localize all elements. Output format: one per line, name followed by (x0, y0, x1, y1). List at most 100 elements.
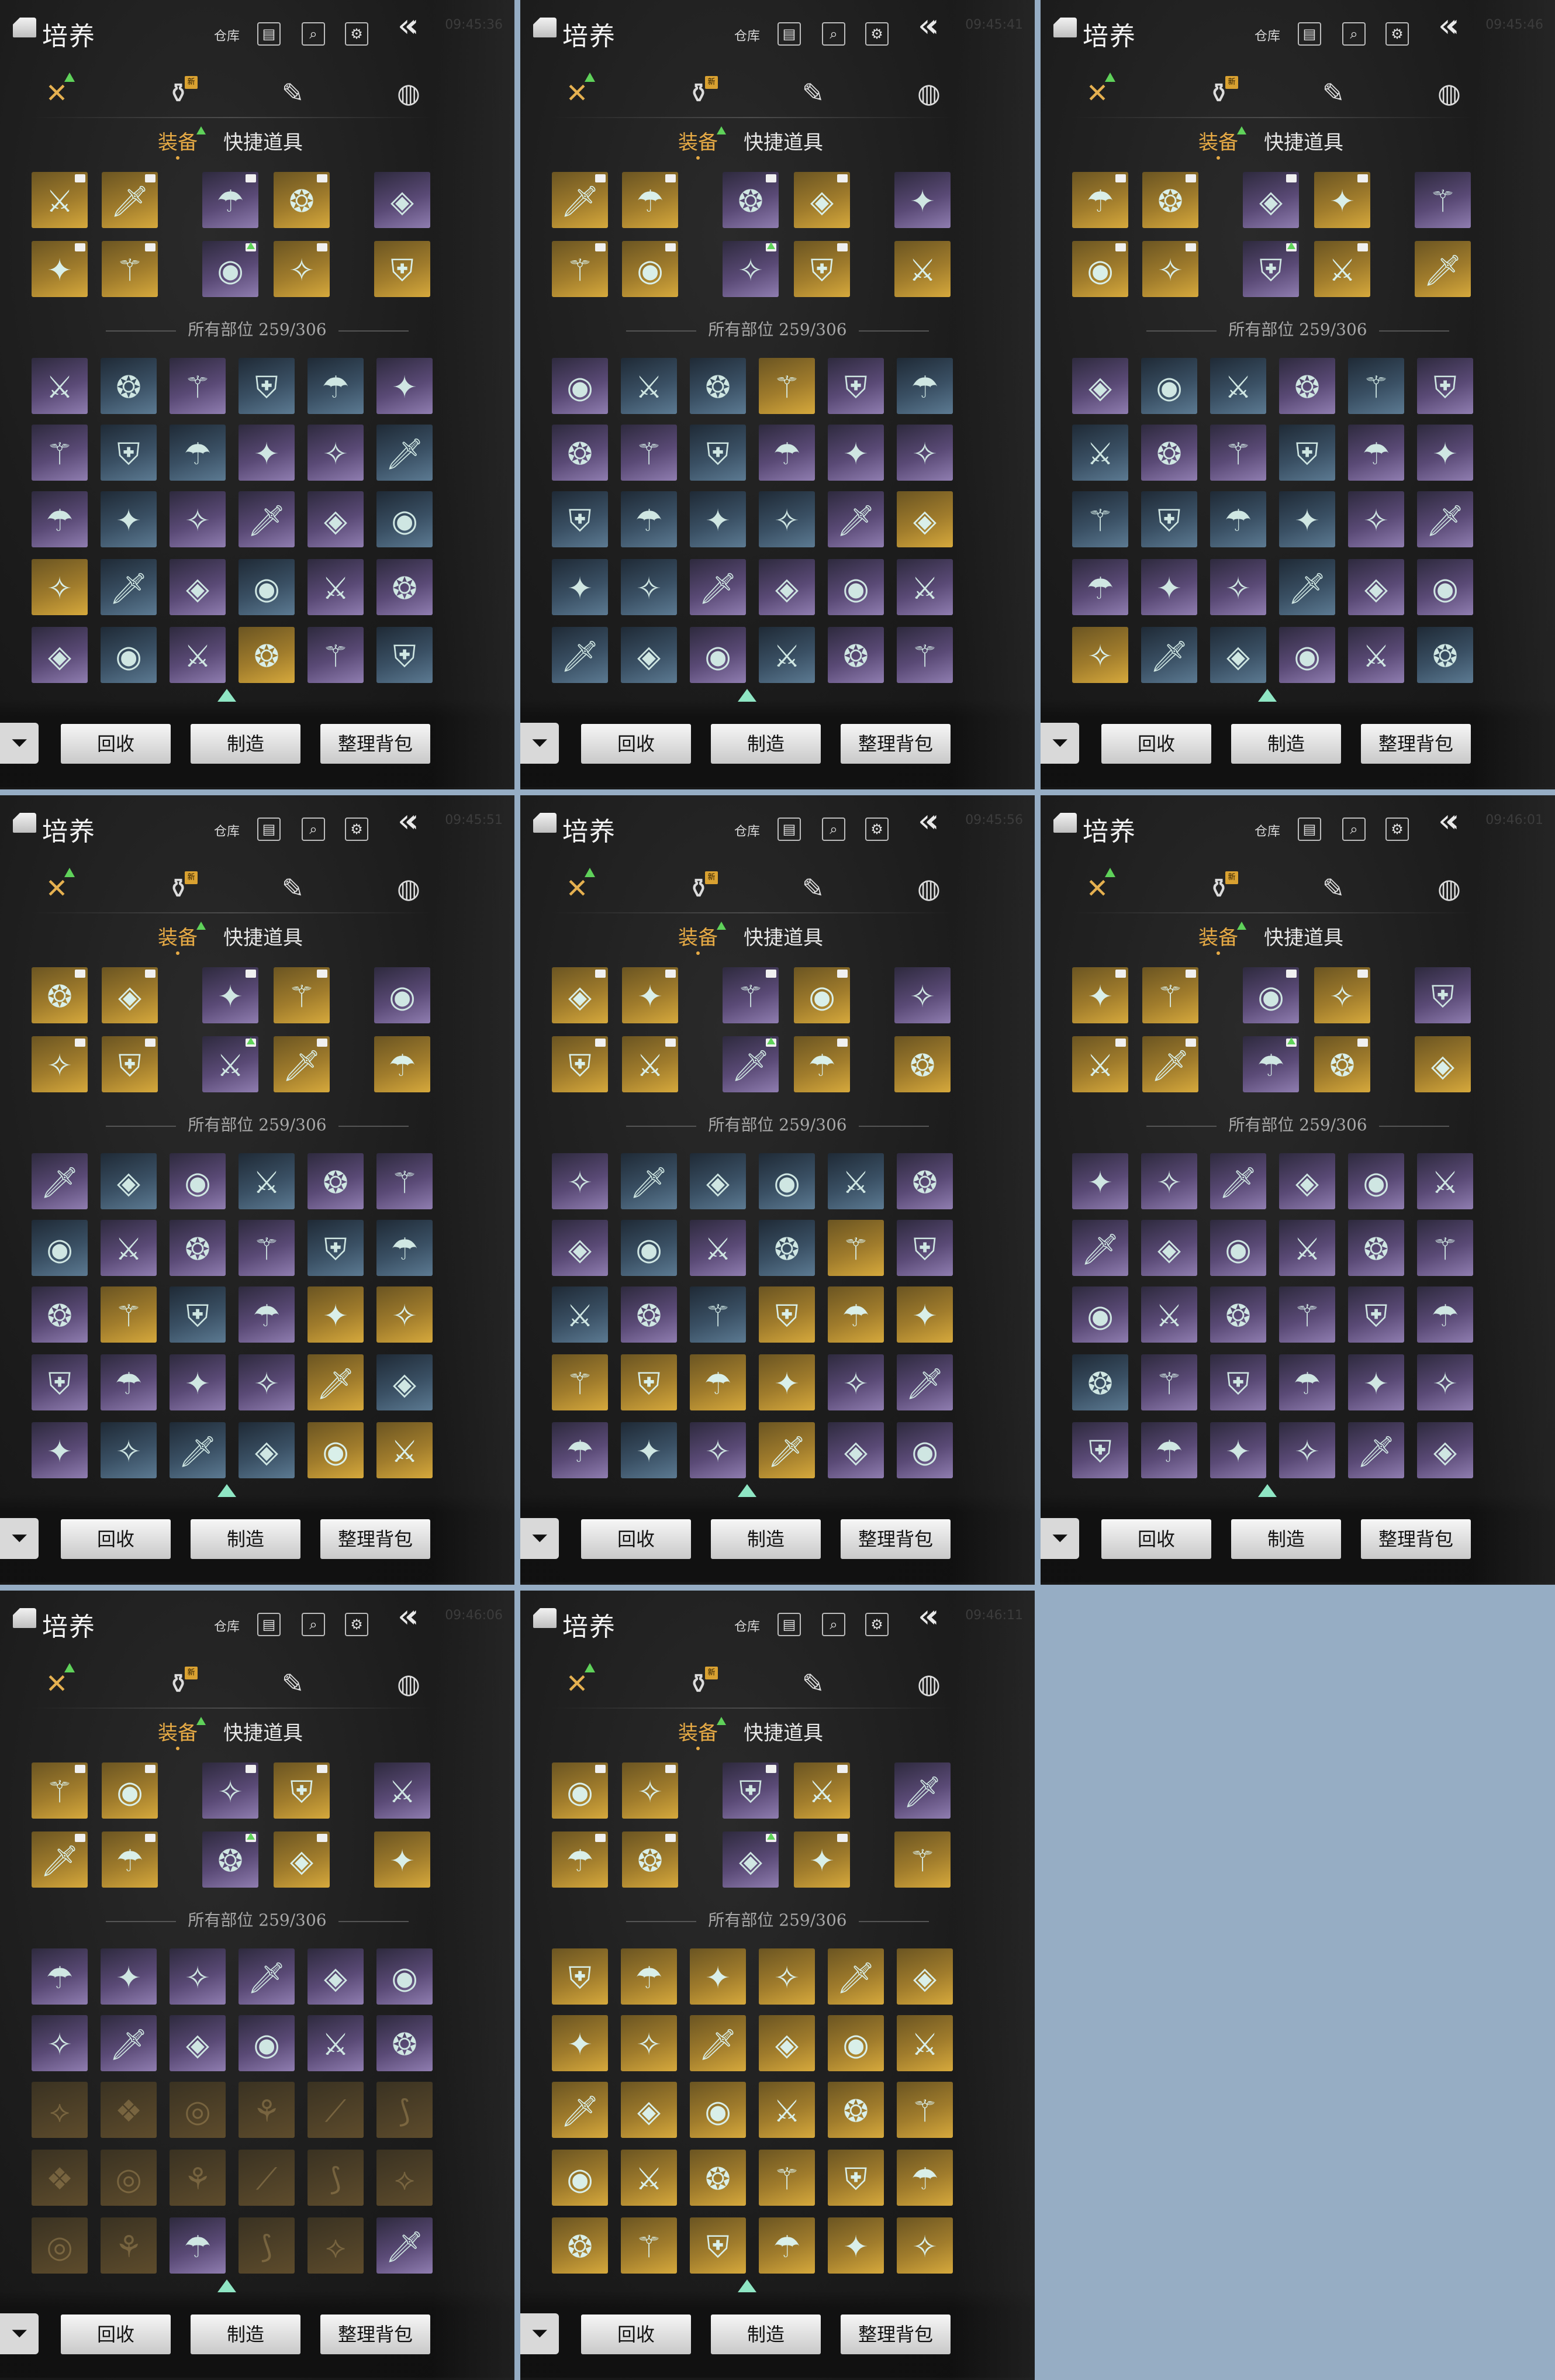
inventory-item[interactable]: 🗡 (239, 1948, 295, 2005)
tab-quick[interactable]: 快捷道具 (744, 1717, 823, 1746)
back-arrow-icon[interactable]: «‹ (918, 1599, 970, 1634)
category-gem-cat[interactable]: ◍ (388, 1663, 429, 1704)
category-weapon-cat[interactable]: ✕ (36, 1663, 77, 1704)
equipped-slot[interactable]: ✦ (794, 1831, 850, 1888)
craft-button[interactable]: 制造 (1231, 724, 1341, 764)
inventory-item[interactable]: ◈ (1279, 1153, 1335, 1209)
inventory-item[interactable]: 🗡 (552, 627, 608, 683)
inventory-item[interactable]: ⚔ (1141, 1286, 1197, 1343)
inventory-item[interactable]: ⚚ (759, 2150, 815, 2206)
tab-quick[interactable]: 快捷道具 (223, 1717, 303, 1746)
search-icon[interactable]: ⌕ (302, 22, 325, 46)
equipped-slot[interactable]: ⚚ (1142, 967, 1198, 1023)
tab-equip[interactable]: 装备 (678, 1717, 726, 1750)
inventory-item[interactable]: ⛨ (32, 1354, 88, 1410)
warehouse-label[interactable]: 仓库 (734, 1616, 760, 1635)
equipped-slot[interactable]: ◉ (374, 967, 430, 1023)
recycle-button[interactable]: 回收 (1101, 1519, 1211, 1559)
inventory-item[interactable]: ⚚ (621, 2217, 677, 2274)
inventory-item[interactable]: ◉ (552, 2150, 608, 2206)
inventory-item[interactable]: ✦ (1279, 491, 1335, 547)
inventory-item[interactable]: ❂ (1141, 425, 1197, 481)
category-armor-cat[interactable]: ⚱ 新 (678, 73, 719, 113)
warehouse-icon[interactable]: ▤ (257, 818, 281, 841)
equipped-slot[interactable]: ⚚ (723, 967, 779, 1023)
inventory-item[interactable]: ◈ (690, 1153, 746, 1209)
inventory-item[interactable]: ⚘ (170, 2150, 226, 2206)
inventory-item[interactable]: ✦ (1417, 425, 1473, 481)
back-arrow-icon[interactable]: «‹ (1438, 8, 1491, 43)
inventory-item[interactable]: ✧ (1417, 1354, 1473, 1410)
inventory-item[interactable]: ⛨ (239, 358, 295, 414)
search-icon[interactable]: ⌕ (302, 818, 325, 841)
equipped-slot[interactable]: ◈ (374, 172, 430, 228)
inventory-item[interactable]: ◈ (759, 559, 815, 615)
inventory-item[interactable]: ✦ (170, 1354, 226, 1410)
inventory-item[interactable]: ✧ (1141, 1153, 1197, 1209)
equipped-slot[interactable]: ⚔ (1314, 241, 1370, 297)
inventory-item[interactable]: ◉ (552, 358, 608, 414)
equipped-slot[interactable]: ✧ (1314, 967, 1370, 1023)
inventory-item[interactable]: ☂ (307, 358, 364, 414)
inventory-item[interactable]: ◉ (690, 2082, 746, 2138)
inventory-item[interactable]: 🗡 (239, 491, 295, 547)
tab-equip[interactable]: 装备 (678, 126, 726, 160)
inventory-item[interactable]: ⛨ (690, 2217, 746, 2274)
inventory-item[interactable]: ⛨ (759, 1286, 815, 1343)
inventory-item[interactable]: ❂ (828, 2082, 884, 2138)
inventory-item[interactable]: ✦ (101, 491, 157, 547)
equipped-slot[interactable]: ❂ (894, 1036, 951, 1092)
back-arrow-icon[interactable]: «‹ (398, 803, 450, 839)
inventory-item[interactable]: ✦ (32, 1422, 88, 1478)
equipped-slot[interactable]: 🗡 (894, 1762, 951, 1819)
inventory-item[interactable]: ❂ (690, 2150, 746, 2206)
equipped-slot[interactable]: ☂ (1072, 172, 1128, 228)
inventory-item[interactable]: ◉ (307, 1422, 364, 1478)
inventory-item[interactable]: ⚔ (897, 2015, 953, 2071)
inventory-item[interactable]: ❖ (32, 2150, 88, 2206)
equipped-slot[interactable]: 🗡 (274, 1036, 330, 1092)
equipped-slot[interactable]: ◈ (1243, 172, 1299, 228)
inventory-item[interactable]: ⚚ (239, 1220, 295, 1276)
inventory-item[interactable]: ✦ (1072, 1153, 1128, 1209)
search-icon[interactable]: ⌕ (1342, 818, 1366, 841)
back-arrow-icon[interactable]: «‹ (398, 8, 450, 43)
category-scroll-cat[interactable]: ✎ (793, 868, 834, 909)
category-armor-cat[interactable]: ⚱ 新 (1198, 73, 1239, 113)
inventory-item[interactable]: ✧ (621, 2015, 677, 2071)
inventory-item[interactable]: ✦ (621, 1422, 677, 1478)
category-weapon-cat[interactable]: ✕ (557, 1663, 597, 1704)
equipped-slot[interactable]: ❂ (622, 1831, 678, 1888)
inventory-item[interactable]: 🗡 (376, 2217, 433, 2274)
inventory-item[interactable]: ⚚ (1417, 1220, 1473, 1276)
gear-icon[interactable]: ⚙ (1385, 22, 1409, 46)
equipped-slot[interactable]: ⛨ (274, 1762, 330, 1819)
inventory-item[interactable]: ☂ (828, 1286, 884, 1343)
inventory-item[interactable]: ❂ (621, 1286, 677, 1343)
inventory-item[interactable]: ☂ (1141, 1422, 1197, 1478)
equipped-slot[interactable]: ⛨ (723, 1762, 779, 1819)
category-weapon-cat[interactable]: ✕ (1077, 868, 1118, 909)
equipped-slot[interactable]: ◈ (1415, 1036, 1471, 1092)
inventory-item[interactable]: ⚔ (32, 358, 88, 414)
inventory-item[interactable]: ✧ (897, 2217, 953, 2274)
tab-equip[interactable]: 装备 (678, 922, 726, 955)
inventory-item[interactable]: ⛨ (1417, 358, 1473, 414)
inventory-item[interactable]: ✧ (307, 425, 364, 481)
inventory-item[interactable]: ⚚ (1141, 1354, 1197, 1410)
equipped-slot[interactable]: ✧ (274, 241, 330, 297)
inventory-item[interactable]: ◉ (828, 559, 884, 615)
recycle-button[interactable]: 回收 (61, 724, 171, 764)
inventory-item[interactable]: ⚚ (1072, 491, 1128, 547)
sort-bag-button[interactable]: 整理背包 (841, 2315, 951, 2354)
inventory-item[interactable]: ◈ (897, 491, 953, 547)
inventory-item[interactable]: ✦ (239, 425, 295, 481)
inventory-item[interactable]: 🗡 (897, 1354, 953, 1410)
craft-button[interactable]: 制造 (711, 2315, 821, 2354)
equipped-slot[interactable]: ⚔ (794, 1762, 850, 1819)
equipped-slot[interactable]: ✧ (1142, 241, 1198, 297)
inventory-item[interactable]: ◈ (376, 1354, 433, 1410)
inventory-item[interactable]: ✦ (376, 358, 433, 414)
inventory-item[interactable]: ☂ (376, 1220, 433, 1276)
craft-button[interactable]: 制造 (191, 1519, 300, 1559)
